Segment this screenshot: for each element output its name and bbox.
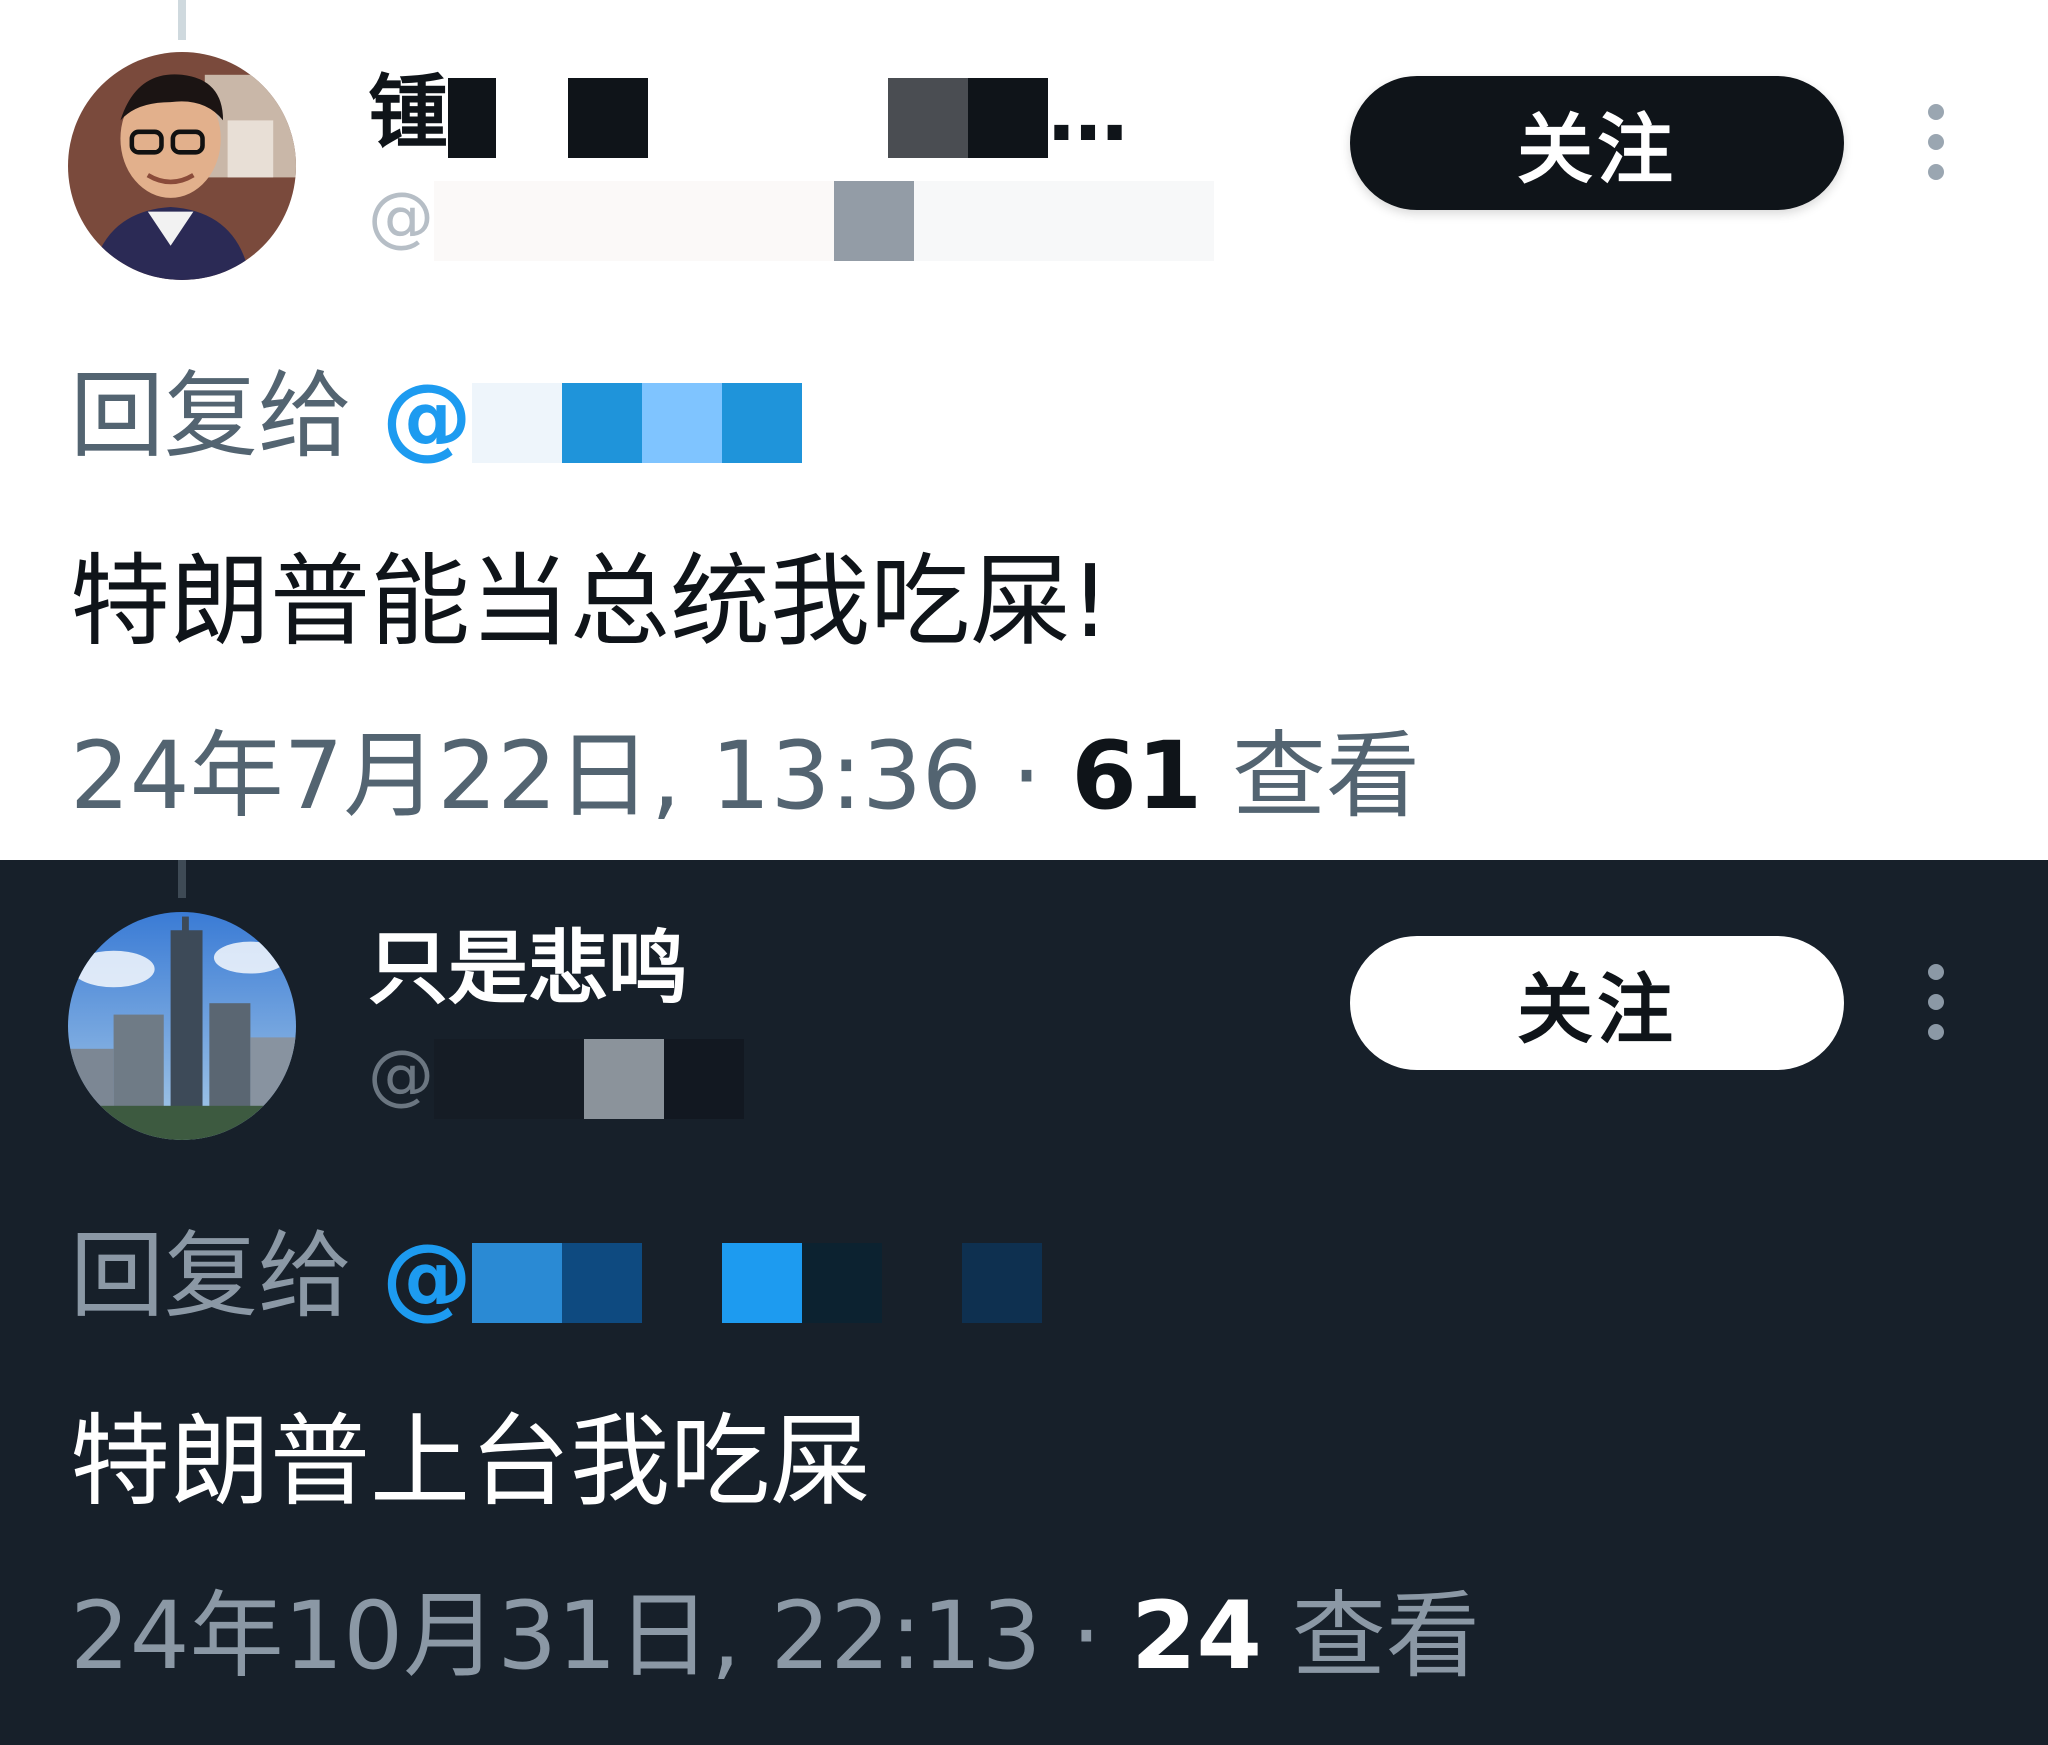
- display-name[interactable]: 只是悲鸣: [368, 904, 688, 1020]
- more-options-icon[interactable]: [1918, 964, 1954, 1044]
- meta-separator: ·: [1041, 1582, 1132, 1691]
- handle: @: [368, 1036, 744, 1119]
- truncation-ellipsis: …: [1048, 66, 1128, 159]
- mention-at: @: [381, 365, 472, 470]
- redacted-block: [448, 78, 568, 159]
- thread-connector: [178, 0, 186, 40]
- redacted-block: [471, 1243, 562, 1324]
- redacted-block: [721, 1243, 802, 1324]
- redacted-block: [561, 383, 642, 464]
- views-count: 61: [1071, 722, 1203, 831]
- reply-prefix: 回复给: [70, 1222, 353, 1331]
- avatar[interactable]: [68, 52, 296, 280]
- timestamp[interactable]: 24年10月31日, 22:13: [70, 1582, 1042, 1691]
- redacted-block: [648, 78, 888, 159]
- avatar-image: [68, 912, 296, 1140]
- tweet-1: 锺… @ 关注 回复给 @ 特朗普能当总统我吃屎! 24年7月22日, 13:3…: [0, 0, 2048, 860]
- timestamp[interactable]: 24年7月22日, 13:36: [70, 722, 982, 831]
- avatar-image: [68, 52, 296, 280]
- redacted-block: [968, 78, 1048, 159]
- follow-button[interactable]: 关注: [1350, 76, 1844, 210]
- redacted-block: [961, 1243, 1042, 1324]
- tweet-meta: 24年7月22日, 13:36 · 61 查看: [70, 700, 1420, 836]
- redacted-block: [584, 1038, 664, 1119]
- reply-prefix: 回复给: [70, 362, 353, 471]
- meta-separator: ·: [981, 722, 1072, 831]
- reply-mention-link[interactable]: @: [382, 365, 802, 470]
- redacted-block: [664, 1038, 744, 1119]
- redacted-block: [641, 383, 722, 464]
- tweet-text: 特朗普能当总统我吃屎!: [70, 543, 1111, 660]
- views-count: 24: [1131, 1582, 1262, 1691]
- views-label: 查看: [1291, 1582, 1480, 1691]
- redacted-block: [721, 383, 802, 464]
- display-name[interactable]: 锺…: [368, 48, 1128, 164]
- redacted-block: [471, 383, 562, 464]
- redacted-block: [641, 1243, 722, 1324]
- display-name-text: 锺: [368, 66, 448, 159]
- redacted-block: [888, 78, 968, 159]
- redacted-block: [434, 180, 834, 261]
- reply-context: 回复给 @: [70, 340, 802, 476]
- redacted-block: [434, 1038, 584, 1119]
- mention-at: @: [381, 1225, 472, 1330]
- views-label: 查看: [1232, 722, 1421, 831]
- redacted-block: [914, 180, 1214, 261]
- redacted-block: [561, 1243, 642, 1324]
- reply-mention-link[interactable]: @: [382, 1225, 1042, 1330]
- redacted-block: [801, 1243, 882, 1324]
- redacted-block: [834, 180, 914, 261]
- tweet-meta: 24年10月31日, 22:13 · 24 查看: [70, 1560, 1480, 1696]
- thread-connector: [178, 860, 186, 898]
- redacted-block: [568, 78, 648, 159]
- more-options-icon[interactable]: [1918, 104, 1954, 184]
- avatar[interactable]: [68, 912, 296, 1140]
- handle-at: @: [368, 178, 434, 255]
- tweet-text: 特朗普上台我吃屎: [70, 1403, 870, 1520]
- tweet-2: 只是悲鸣 @ 关注 回复给 @ 特朗普上台我吃屎 24年10月31日, 22:1…: [0, 860, 2048, 1745]
- follow-button[interactable]: 关注: [1350, 936, 1844, 1070]
- handle: @: [368, 178, 1214, 261]
- reply-context: 回复给 @: [70, 1200, 1042, 1336]
- handle-at: @: [368, 1036, 434, 1113]
- redacted-block: [881, 1243, 962, 1324]
